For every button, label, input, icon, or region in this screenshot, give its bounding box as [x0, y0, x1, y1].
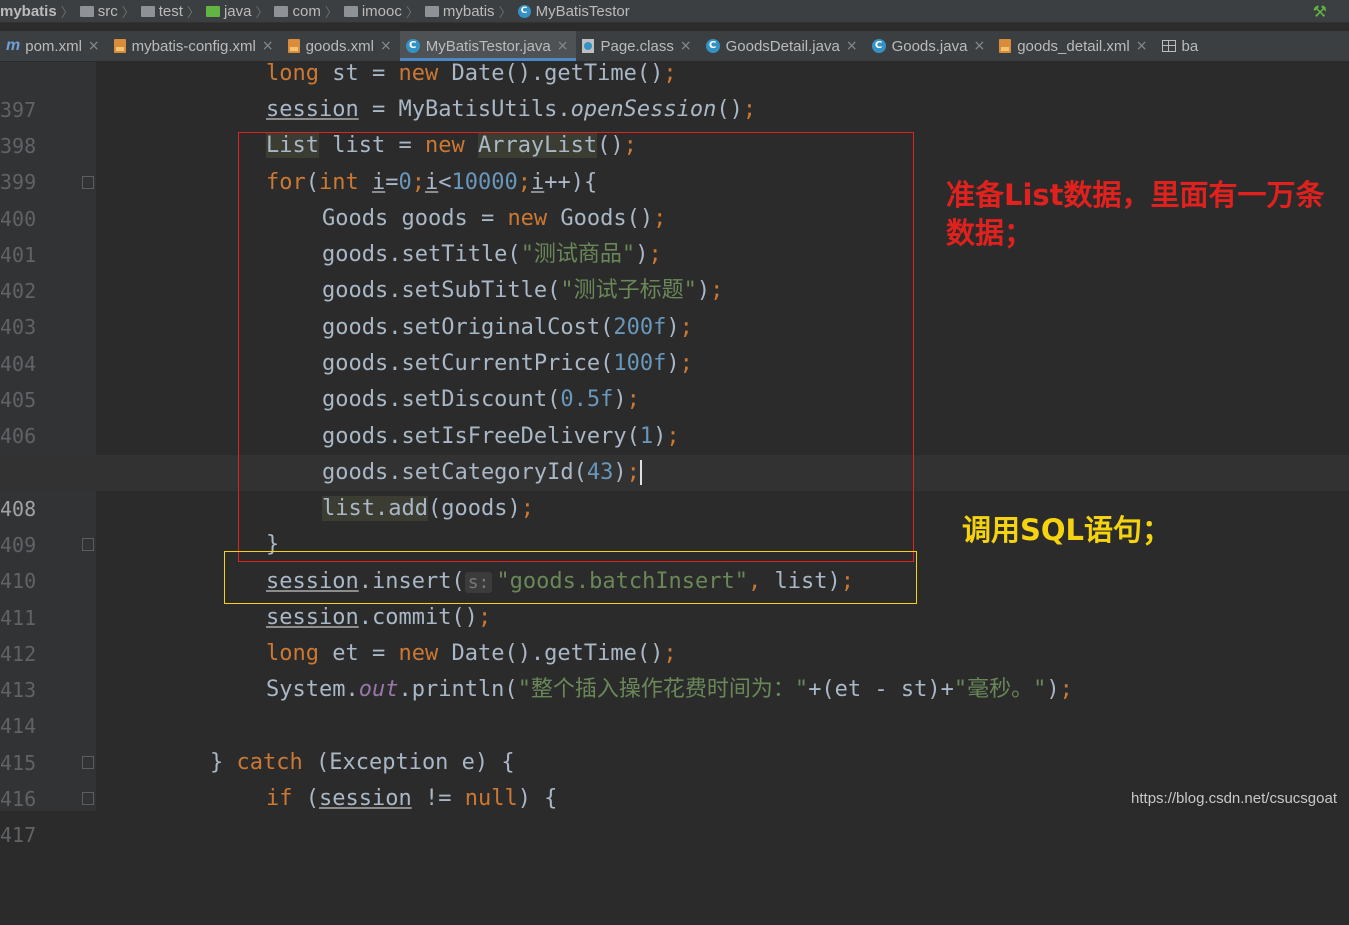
code-token: et =	[318, 641, 399, 666]
table-icon	[1161, 40, 1176, 52]
code-token: session	[266, 605, 359, 630]
watermark: https://blog.csdn.net/csucsgoat	[1129, 790, 1339, 807]
keyword-token: long	[266, 641, 319, 666]
code-token: ) {	[517, 786, 558, 811]
keyword-token: if	[266, 786, 293, 811]
breadcrumb-item-project[interactable]: mybatis 〉	[0, 0, 80, 22]
chevron-right-icon: 〉	[498, 4, 512, 20]
code-token: !=	[411, 786, 465, 811]
code-token: session	[319, 786, 412, 811]
breadcrumb-item-java[interactable]: java 〉	[205, 0, 275, 22]
package-icon	[274, 5, 289, 17]
annotation-red-box	[238, 132, 914, 562]
code-token: System.	[266, 677, 359, 702]
code-token: }	[210, 750, 237, 775]
keyword-token: catch	[236, 750, 303, 775]
class-file-icon	[582, 39, 595, 53]
semicolon-token: ;	[663, 641, 677, 666]
annotation-yellow-box	[224, 551, 917, 604]
chevron-right-icon: 〉	[255, 4, 269, 20]
string-token: "毫秒。"	[953, 677, 1047, 702]
class-icon: C	[705, 39, 720, 53]
breadcrumb-item-imooc[interactable]: imooc 〉	[343, 0, 425, 22]
breadcrumb: mybatis 〉 src 〉 test 〉 java 〉 com 〉 imooc 〉 my…	[0, 0, 1349, 23]
folder-icon	[79, 5, 94, 17]
fold-marker-icon[interactable]	[82, 792, 94, 805]
semicolon-token: ;	[742, 97, 757, 122]
semicolon-token: ;	[663, 61, 677, 86]
chevron-right-icon: 〉	[121, 4, 135, 20]
close-icon[interactable]: ×	[262, 38, 274, 54]
code-token: session	[266, 97, 359, 122]
fold-marker-icon[interactable]	[82, 538, 94, 551]
code-token: = MyBatisUtils.	[358, 97, 571, 122]
code-token: .println(	[398, 677, 518, 702]
field-token: out	[358, 677, 399, 702]
close-icon[interactable]: ×	[1136, 38, 1148, 54]
code-line[interactable]: 416 } catch (Exception e) {	[0, 745, 1349, 811]
code-token: openSession	[570, 97, 717, 122]
folder-icon	[140, 5, 155, 17]
chevron-right-icon: 〉	[186, 4, 200, 20]
close-icon[interactable]: ×	[88, 38, 100, 54]
code-token: .commit()	[358, 605, 478, 630]
code-token: )	[1046, 677, 1060, 702]
close-icon[interactable]: ×	[680, 38, 692, 54]
breadcrumb-item-src[interactable]: src 〉	[79, 0, 141, 22]
maven-icon: m	[6, 37, 21, 54]
semicolon-token: ;	[1059, 677, 1073, 702]
close-icon[interactable]: ×	[973, 38, 985, 54]
xml-icon	[287, 39, 300, 53]
code-token: st =	[318, 61, 399, 86]
class-icon: C	[517, 4, 531, 18]
code-line[interactable]: 397 long st = new Date().getTime();	[0, 56, 1349, 122]
code-line[interactable]: 413 long et = new Date().getTime();	[0, 636, 1349, 702]
code-token: +(et - st)+	[808, 677, 954, 702]
class-icon: C	[405, 39, 420, 53]
close-icon[interactable]: ×	[557, 38, 569, 54]
fold-marker-icon[interactable]	[82, 756, 94, 769]
semicolon-token: ;	[477, 605, 492, 630]
breadcrumb-item-class[interactable]: C MyBatisTestor	[517, 0, 630, 22]
keyword-token: null	[464, 786, 518, 811]
code-token: (Exception e) {	[302, 750, 515, 775]
xml-icon	[113, 39, 126, 53]
breadcrumb-item-test[interactable]: test 〉	[140, 0, 206, 22]
package-icon	[343, 5, 358, 17]
string-token: "整个插入操作花费时间为："	[517, 677, 809, 702]
code-line[interactable]: 412 session.commit();	[0, 600, 1349, 666]
breadcrumb-item-com[interactable]: com 〉	[274, 0, 343, 22]
code-line[interactable]: 398 session = MyBatisUtils.openSession()…	[0, 92, 1349, 158]
breadcrumb-item-mybatis-package[interactable]: mybatis 〉	[424, 0, 518, 22]
close-icon[interactable]: ×	[846, 38, 858, 54]
chevron-right-icon: 〉	[405, 4, 419, 20]
chevron-right-icon: 〉	[324, 4, 338, 20]
code-line[interactable]: 414 System.out.println("整个插入操作花费时间为："+(e…	[0, 672, 1349, 738]
keyword-token: long	[266, 61, 319, 86]
keyword-token: new	[398, 641, 439, 666]
source-folder-icon	[205, 5, 220, 17]
line-number: 417	[0, 823, 37, 847]
close-icon[interactable]: ×	[380, 38, 392, 54]
code-token: Date().getTime()	[438, 641, 664, 666]
keyword-token: new	[398, 61, 439, 86]
code-token: (	[292, 786, 319, 811]
annotation-red-note: 准备List数据，里面有一万条数据；	[946, 178, 1325, 250]
chevron-right-icon: 〉	[60, 4, 74, 20]
code-line[interactable]: 415	[0, 709, 1349, 775]
build-hammer-icon[interactable]: ⚒	[1313, 2, 1327, 21]
code-token: ()	[716, 97, 743, 122]
code-token: Date().getTime()	[438, 61, 664, 86]
annotation-yellow-note: 调用SQL语句；	[962, 513, 1172, 547]
xml-icon	[999, 39, 1012, 53]
class-icon: C	[871, 39, 886, 53]
fold-marker-icon[interactable]	[82, 176, 94, 189]
package-icon	[424, 5, 439, 17]
